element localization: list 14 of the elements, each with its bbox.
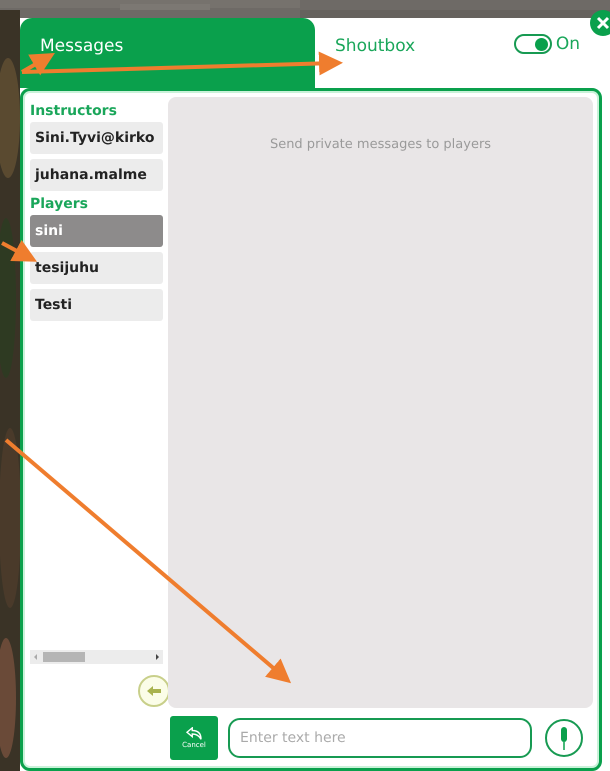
toggle-label: On — [556, 34, 580, 54]
contact-item[interactable]: tesijuhu — [30, 252, 163, 284]
contact-item[interactable]: Sini.Tyvi@kirko — [30, 122, 163, 154]
toggle-switch[interactable] — [514, 34, 552, 54]
reply-icon — [185, 727, 203, 741]
scrollbar[interactable] — [30, 650, 163, 664]
annotation-arrow — [1, 240, 38, 262]
contact-item[interactable]: juhana.malme — [30, 159, 163, 191]
message-input[interactable]: Enter text here — [228, 718, 532, 758]
contact-item[interactable]: Testi — [30, 289, 163, 321]
group-heading: Players — [30, 196, 89, 212]
message-hint: Send private messages to players — [268, 137, 492, 152]
group-heading: Instructors — [30, 103, 118, 119]
microphone-icon[interactable] — [544, 718, 584, 758]
